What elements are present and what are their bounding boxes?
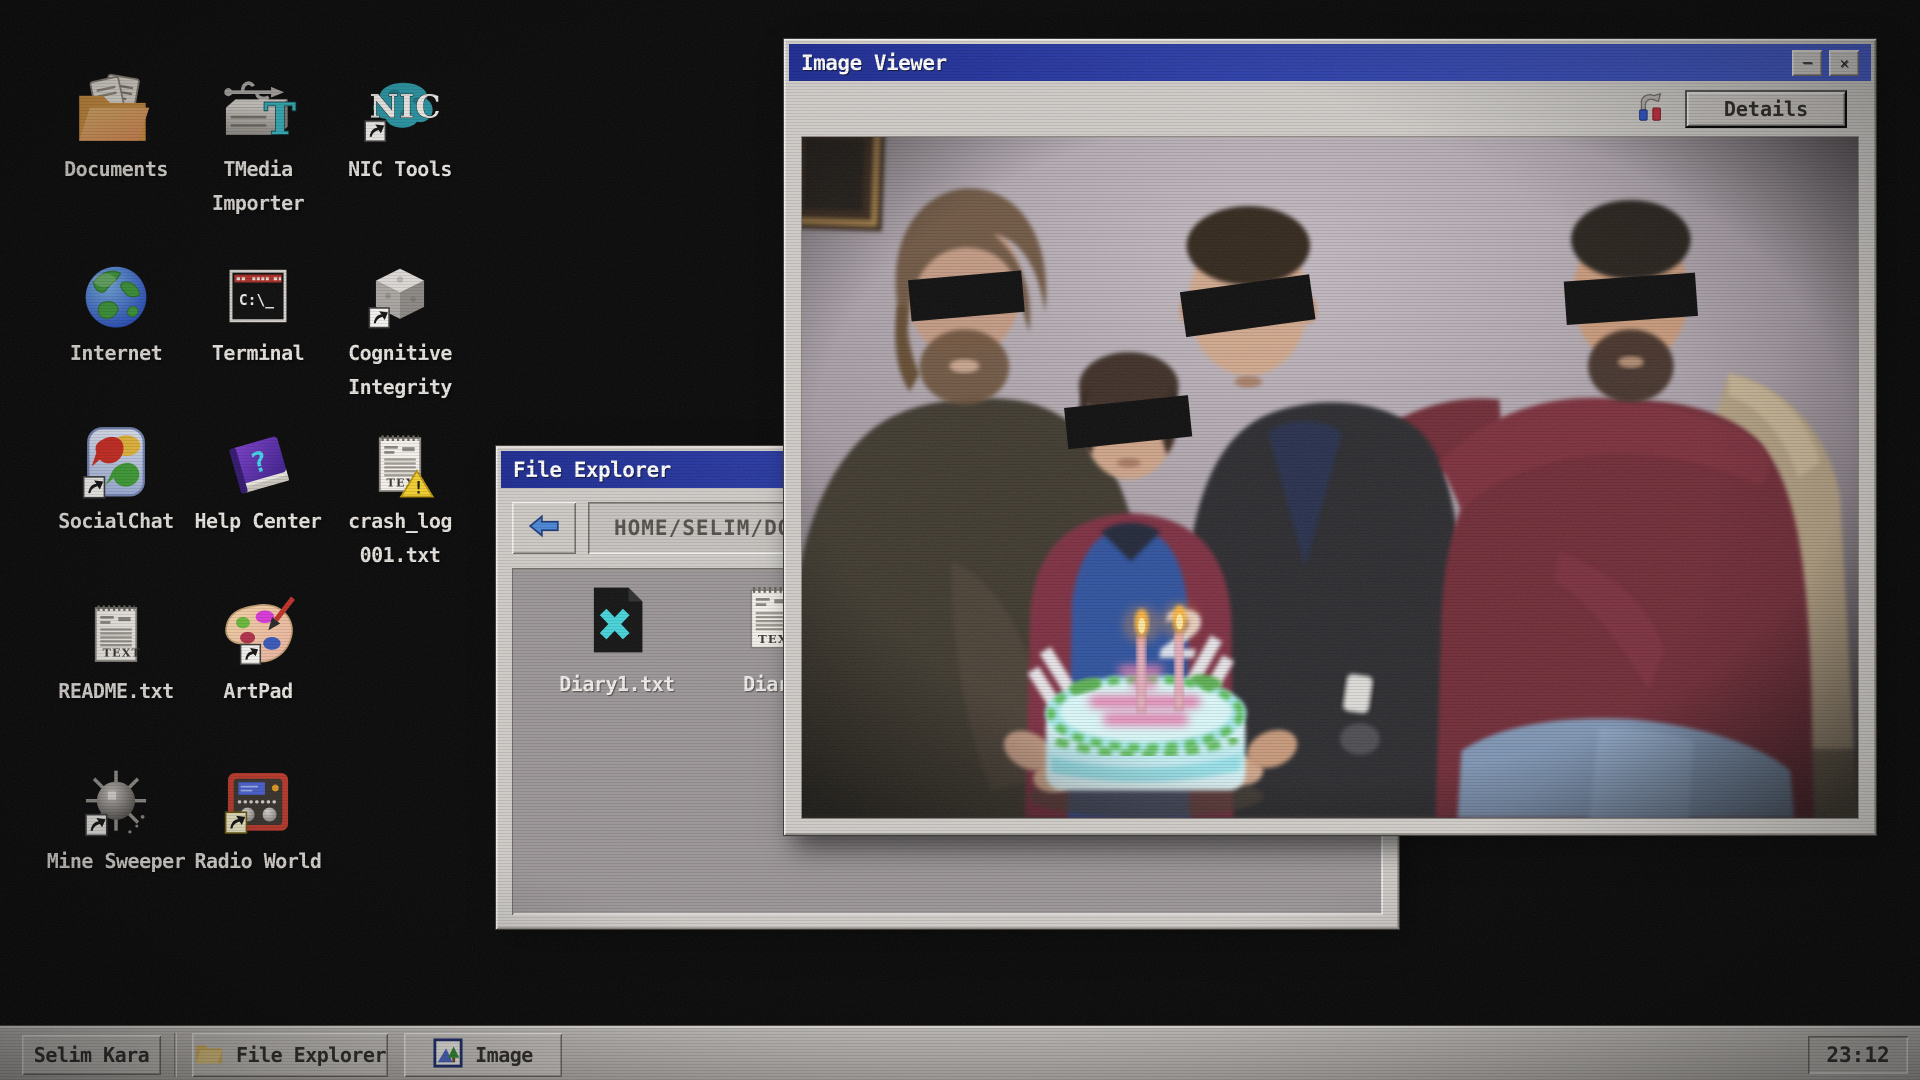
icon-label: README.txt <box>58 674 173 708</box>
image-viewer-window: Image Viewer ─ ✕ Details <box>783 38 1877 836</box>
desktop-icon-cognitive-integrity[interactable]: Cognitive Integrity <box>325 232 475 405</box>
desktop-icon-internet[interactable]: Internet <box>41 232 191 370</box>
usb-drive-icon: T <box>216 48 300 148</box>
back-arrow-icon <box>527 513 561 543</box>
icon-label: Cognitive Integrity <box>325 336 475 405</box>
desktop-icon-readme[interactable]: TEXT README.txt <box>41 570 191 708</box>
terminal-window-icon: C:\_ <box>219 232 297 332</box>
file-explorer-title: File Explorer <box>513 458 671 482</box>
svg-text:T: T <box>264 95 296 145</box>
notepad-text-icon: TEXT <box>79 570 153 670</box>
shortcut-arrow-badge <box>241 645 261 665</box>
taskbar-divider <box>174 1033 177 1077</box>
svg-text:C:\_: C:\_ <box>239 292 274 309</box>
desktop-icon-terminal[interactable]: C:\_ Terminal <box>183 232 333 370</box>
notepad-warning-icon: TEXT ! <box>363 400 437 500</box>
tools-icon[interactable] <box>1633 89 1667 129</box>
icon-label: Radio World <box>195 844 322 878</box>
cube-icon <box>362 232 438 332</box>
task-label: Image <box>475 1043 533 1067</box>
icon-label: crash_log 001.txt <box>325 504 475 573</box>
file-item-diary1[interactable]: Diary1.txt <box>542 582 692 696</box>
desktop-icon-socialchat[interactable]: SocialChat <box>41 400 191 538</box>
file-label: Diary1.txt <box>559 672 674 696</box>
radio-icon <box>219 740 297 840</box>
desktop: Documents T TMedia Importer <box>0 0 1920 1080</box>
icon-label: SocialChat <box>58 504 173 538</box>
details-button[interactable]: Details <box>1685 90 1847 128</box>
folder-icon <box>194 1040 224 1071</box>
desktop-icon-artpad[interactable]: ArtPad <box>183 570 333 708</box>
close-icon[interactable]: ✕ <box>1829 50 1859 76</box>
icon-label: ArtPad <box>223 674 292 708</box>
task-label: File Explorer <box>236 1043 386 1067</box>
taskbar: Selim Kara File Explorer Image 23:12 <box>0 1026 1920 1080</box>
icon-label: Help Center <box>195 504 322 538</box>
shortcut-arrow-badge <box>369 308 389 328</box>
image-viewer-toolbar: Details <box>789 83 1871 135</box>
family-photo: 2 <box>801 136 1859 819</box>
image-viewer-titlebar[interactable]: Image Viewer ─ ✕ <box>789 44 1871 81</box>
shortcut-arrow-badge <box>84 477 105 498</box>
shortcut-arrow-badge <box>226 812 247 833</box>
icon-label: Mine Sweeper <box>47 844 186 878</box>
desktop-icon-crash-log[interactable]: TEXT ! crash_log 001.txt <box>325 400 475 573</box>
taskbar-task-file-explorer[interactable]: File Explorer <box>192 1033 388 1077</box>
svg-text:TEXT: TEXT <box>103 646 142 660</box>
minimize-icon[interactable]: ─ <box>1792 50 1822 76</box>
chat-bubbles-icon <box>77 400 155 500</box>
desktop-icon-documents[interactable]: Documents <box>41 48 191 186</box>
help-book-icon: ? <box>219 400 297 500</box>
text-file-x-icon <box>580 582 654 662</box>
nic-logo-icon: NIC <box>360 48 440 148</box>
icon-label: TMedia Importer <box>183 152 333 221</box>
start-label: Selim Kara <box>34 1043 149 1067</box>
desktop-icon-radio-world[interactable]: Radio World <box>183 740 333 878</box>
paint-palette-icon <box>217 570 299 670</box>
desktop-icon-help-center[interactable]: ? Help Center <box>183 400 333 538</box>
shortcut-arrow-badge <box>86 815 107 836</box>
shortcut-arrow-badge <box>365 121 385 141</box>
icon-label: Internet <box>70 336 162 370</box>
taskbar-clock: 23:12 <box>1808 1036 1908 1074</box>
mine-icon <box>77 740 155 840</box>
desktop-icon-tmedia-importer[interactable]: T TMedia Importer <box>183 48 333 221</box>
documents-folder-icon <box>74 48 158 148</box>
icon-label: Terminal <box>212 336 304 370</box>
start-button[interactable]: Selim Kara <box>22 1035 161 1075</box>
image-viewer-title: Image Viewer <box>801 51 947 75</box>
icon-label: Documents <box>64 152 168 186</box>
icon-label: NIC Tools <box>348 152 452 186</box>
svg-text:NIC: NIC <box>370 89 440 126</box>
desktop-icon-nic-tools[interactable]: NIC NIC Tools <box>325 48 475 186</box>
image-file-icon <box>433 1038 463 1073</box>
desktop-icon-minesweeper[interactable]: Mine Sweeper <box>41 740 191 878</box>
back-button[interactable] <box>512 502 576 554</box>
taskbar-task-image[interactable]: Image <box>404 1033 562 1077</box>
globe-icon <box>77 232 155 332</box>
svg-text:!: ! <box>414 477 424 497</box>
